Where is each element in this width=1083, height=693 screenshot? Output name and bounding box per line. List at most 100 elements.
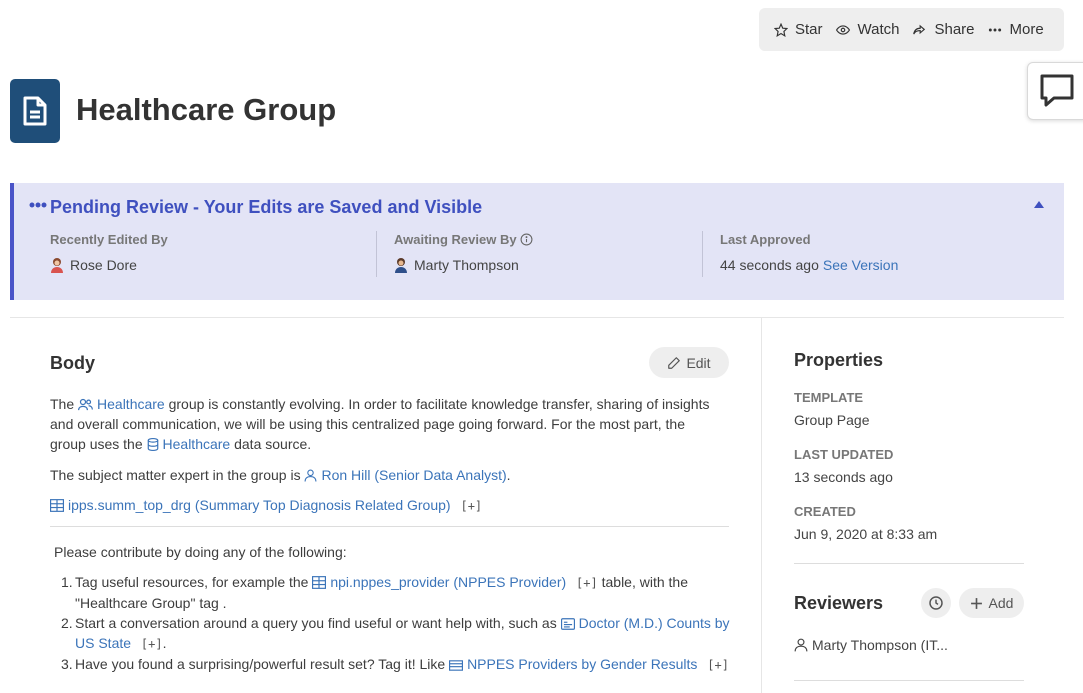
body-divider [50,526,729,527]
table-link[interactable]: npi.nppes_provider (NPPES Provider) [312,574,566,590]
query-icon [560,618,575,630]
intro-paragraph: The Healthcare group is constantly evolv… [50,394,720,454]
document-icon [10,79,60,143]
expand-toggle[interactable]: [+] [460,499,482,513]
chat-icon [1040,74,1074,107]
share-icon [913,24,926,34]
properties-divider [794,563,1024,564]
chat-button[interactable] [1027,62,1083,120]
result-link[interactable]: NPPES Providers by Gender Results [449,656,697,672]
ellipsis-icon [988,28,1001,31]
table-link-label: npi.nppes_provider (NPPES Provider) [330,574,567,590]
last-updated-label: LAST UPDATED [794,447,894,462]
sme-user-link-label: Ron Hill (Senior Data Analyst) [321,467,507,483]
add-label: Add [988,595,1014,611]
table-icon [312,576,327,589]
created-value: Jun 9, 2020 at 8:33 am [794,526,938,542]
healthcare-datasource-link-label: Healthcare [162,436,231,452]
more-label: More [1009,21,1044,38]
text: The [50,396,75,412]
ellipsis-icon [29,202,47,208]
awaiting-review-label: Awaiting Review By [394,232,517,247]
pencil-icon [668,356,681,369]
last-updated-value: 13 seconds ago [794,469,893,485]
star-icon [774,22,788,37]
table-reference: ipps.summ_top_drg (Summary Top Diagnosis… [50,495,720,516]
text: data source. [234,436,312,452]
recently-edited-value[interactable]: Rose Dore [70,257,137,273]
pending-review-banner: Pending Review - Your Edits are Saved an… [10,183,1064,300]
last-approved-label: Last Approved [720,232,811,247]
text: . [162,635,167,651]
watch-button[interactable]: Watch [835,21,900,38]
share-button[interactable]: Share [911,21,975,38]
expand-toggle[interactable]: [+] [576,576,598,590]
banner-divider [702,231,703,277]
eye-icon [835,24,850,35]
plus-icon [970,597,982,609]
list-number: 1. [61,574,73,590]
star-label: Star [795,21,823,38]
table-link-label: ipps.summ_top_drg (Summary Top Diagnosis… [68,497,451,513]
edit-button[interactable]: Edit [649,347,729,378]
sme-paragraph: The subject matter expert in the group i… [50,465,720,485]
healthcare-group-link-label: Healthcare [97,396,165,412]
share-label: Share [934,21,975,38]
table-link[interactable]: ipps.summ_top_drg (Summary Top Diagnosis… [50,497,451,513]
database-icon [147,438,158,451]
banner-title: Pending Review - Your Edits are Saved an… [50,197,483,217]
watch-label: Watch [857,21,900,38]
review-history-button[interactable] [921,588,951,618]
caret-up-icon[interactable] [1034,201,1044,208]
clock-icon [929,596,943,610]
last-approved-column: Last Approved 44 seconds ago See Version [720,232,898,273]
banner-divider [376,231,377,277]
text: The subject matter expert in the group i… [50,467,301,483]
template-value: Group Page [794,412,870,428]
healthcare-datasource-link[interactable]: Healthcare [147,436,231,452]
reviewers-heading: Reviewers [794,593,884,613]
result-link-label: NPPES Providers by Gender Results [467,656,698,672]
text: Start a conversation around a query you … [75,615,557,631]
contribution-steps: 1. Tag useful resources, for example the… [61,572,735,675]
edit-label: Edit [686,354,711,371]
reviewer-item[interactable]: Marty Thompson (IT... [794,637,948,653]
text: . [506,467,511,483]
avatar [395,258,407,273]
reviewers-divider [794,680,1024,681]
healthcare-group-link[interactable]: Healthcare [78,396,165,412]
awaiting-review-column: Awaiting Review By Marty Thompson [394,232,533,273]
see-version-link[interactable]: See Version [823,257,899,273]
reviewer-name: Marty Thompson (IT... [812,637,948,653]
awaiting-review-value[interactable]: Marty Thompson [414,257,519,273]
expand-toggle[interactable]: [+] [141,637,163,651]
column-divider [761,318,762,693]
recently-edited-column: Recently Edited By Rose Dore [50,232,168,273]
table-icon [50,499,64,512]
template-label: TEMPLATE [794,390,864,405]
info-icon[interactable] [520,233,533,246]
body-heading: Body [50,353,95,373]
result-icon [449,660,464,671]
user-icon [794,638,808,652]
text: Tag useful resources, for example the [75,574,309,590]
list-item: 3. Have you found a surprising/powerful … [61,654,735,675]
properties-heading: Properties [794,350,884,370]
contribute-text: Please contribute by doing any of the fo… [54,544,347,560]
list-item: 1. Tag useful resources, for example the… [61,572,735,613]
star-button[interactable]: Star [774,21,823,38]
expand-toggle[interactable]: [+] [707,658,729,672]
created-label: CREATED [794,504,856,519]
text: Have you found a surprising/powerful res… [75,656,446,672]
avatar [51,258,63,273]
list-number: 3. [61,656,73,672]
more-button[interactable]: More [987,21,1044,38]
sme-user-link[interactable]: Ron Hill (Senior Data Analyst) [304,467,507,483]
section-divider [10,317,1064,318]
last-approved-value: 44 seconds ago [720,257,819,273]
group-icon [78,398,94,411]
add-reviewer-button[interactable]: Add [959,588,1024,618]
page-title: Healthcare Group [76,92,337,127]
recently-edited-label: Recently Edited By [50,232,168,247]
list-number: 2. [61,615,73,631]
